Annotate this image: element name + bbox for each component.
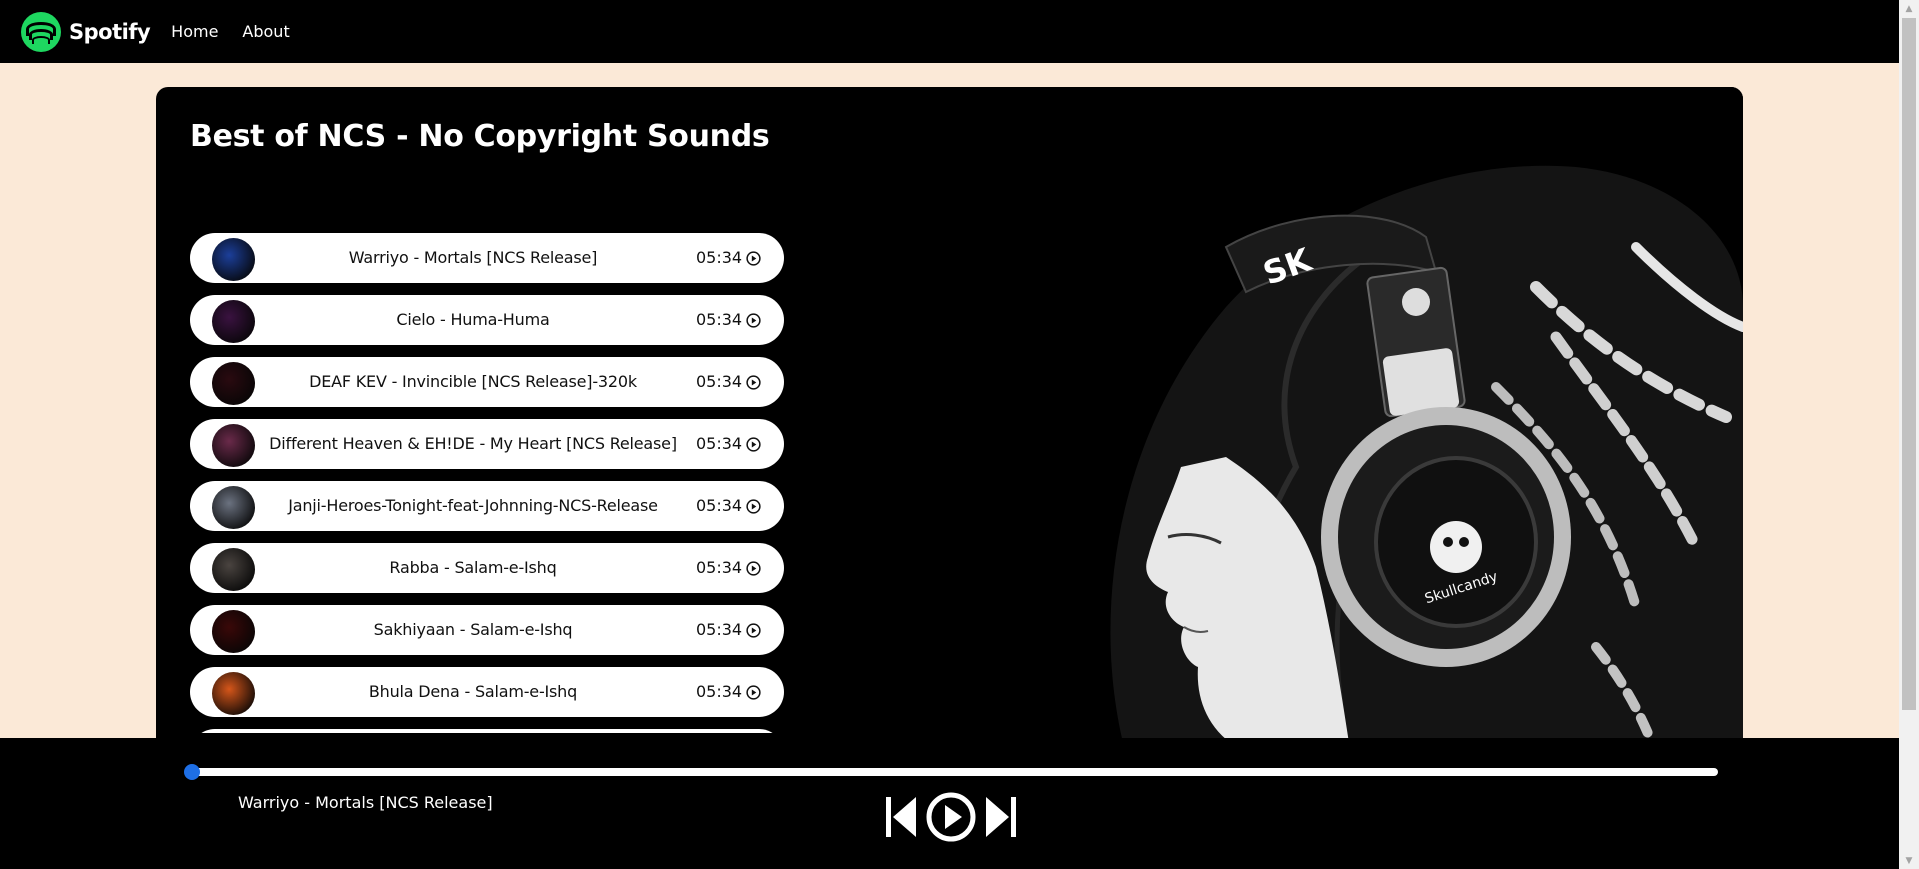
song-duration: 05:34 (696, 434, 743, 453)
player-controls (885, 791, 1017, 843)
song-name: Janji-Heroes-Tonight-feat-Johnning-NCS-R… (288, 496, 658, 515)
nav-link-about[interactable]: About (242, 22, 289, 41)
song-play-icon[interactable] (746, 561, 761, 576)
song-play-icon[interactable] (746, 251, 761, 266)
song-cover-image (212, 424, 255, 467)
song-name: DEAF KEV - Invincible [NCS Release]-320k (309, 372, 637, 391)
song-cover-image (212, 672, 255, 715)
song-duration: 05:34 (696, 620, 743, 639)
song-cover-image (212, 486, 255, 529)
song-item[interactable]: Warriyo - Mortals [NCS Release] 05:34 (190, 233, 784, 283)
song-cover-image (212, 238, 255, 281)
playlist-container: SK Skullcandy Best of NCS - No Copyright… (156, 87, 1743, 787)
song-duration: 05:34 (696, 558, 743, 577)
song-duration: 05:34 (696, 496, 743, 515)
scroll-down-arrow-icon[interactable]: ▼ (1899, 852, 1919, 869)
song-play-icon[interactable] (746, 685, 761, 700)
song-list: Warriyo - Mortals [NCS Release] 05:34 Ciel… (190, 233, 784, 733)
play-icon[interactable] (925, 791, 977, 843)
nav-link-home[interactable]: Home (171, 22, 218, 41)
song-name: Bhula Dena - Salam-e-Ishq (368, 682, 578, 701)
progress-bar[interactable] (184, 764, 1718, 780)
song-play-icon[interactable] (746, 313, 761, 328)
song-item[interactable]: Bhula Dena - Salam-e-Ishq 05:34 (190, 667, 784, 717)
song-item[interactable]: Sakhiyaan - Salam-e-Ishq 05:34 (190, 605, 784, 655)
now-playing-title: Warriyo - Mortals [NCS Release] (238, 793, 493, 812)
song-name: Different Heaven & EH!DE - My Heart [NCS… (269, 434, 677, 453)
player-bar: Warriyo - Mortals [NCS Release] (0, 738, 1899, 869)
brand-name: Spotify (69, 19, 151, 44)
top-navbar: Spotify Home About (0, 0, 1899, 63)
song-play-icon[interactable] (746, 375, 761, 390)
previous-icon[interactable] (885, 795, 917, 839)
progress-knob[interactable] (184, 764, 200, 780)
song-cover-image (212, 300, 255, 343)
song-name: Cielo - Huma-Huma (396, 310, 550, 329)
song-duration: 05:34 (696, 682, 743, 701)
scroll-thumb[interactable] (1902, 18, 1916, 710)
song-cover-image (212, 610, 255, 653)
song-item[interactable]: Janji-Heroes-Tonight-feat-Johnning-NCS-R… (190, 481, 784, 531)
headphones-girl-image: SK Skullcandy (1110, 165, 1743, 787)
spotify-icon (21, 11, 61, 52)
song-item[interactable]: Cielo - Huma-Huma 05:34 (190, 295, 784, 345)
song-name: Sakhiyaan - Salam-e-Ishq (373, 620, 573, 639)
next-icon[interactable] (985, 795, 1017, 839)
song-duration: 05:34 (696, 248, 743, 267)
song-item[interactable]: DEAF KEV - Invincible [NCS Release]-320k… (190, 357, 784, 407)
song-name: Warriyo - Mortals [NCS Release] (348, 248, 598, 267)
song-play-icon[interactable] (746, 437, 761, 452)
song-name (260, 729, 686, 733)
song-item[interactable] (190, 729, 784, 733)
hero-image: SK Skullcandy (936, 87, 1743, 787)
song-duration: 05:34 (696, 310, 743, 329)
song-item[interactable]: Rabba - Salam-e-Ishq 05:34 (190, 543, 784, 593)
song-play-icon[interactable] (746, 499, 761, 514)
song-item[interactable]: Different Heaven & EH!DE - My Heart [NCS… (190, 419, 784, 469)
scroll-up-arrow-icon[interactable]: ▲ (1899, 0, 1919, 17)
song-duration: 05:34 (696, 372, 743, 391)
page-scrollbar[interactable]: ▲ ▼ (1899, 0, 1919, 869)
song-cover-image (212, 362, 255, 405)
song-name: Rabba - Salam-e-Ishq (389, 558, 557, 577)
playlist-title: Best of NCS - No Copyright Sounds (190, 119, 770, 154)
song-play-icon[interactable] (746, 623, 761, 638)
spotify-logo[interactable]: Spotify (21, 11, 151, 52)
song-cover-image (212, 548, 255, 591)
